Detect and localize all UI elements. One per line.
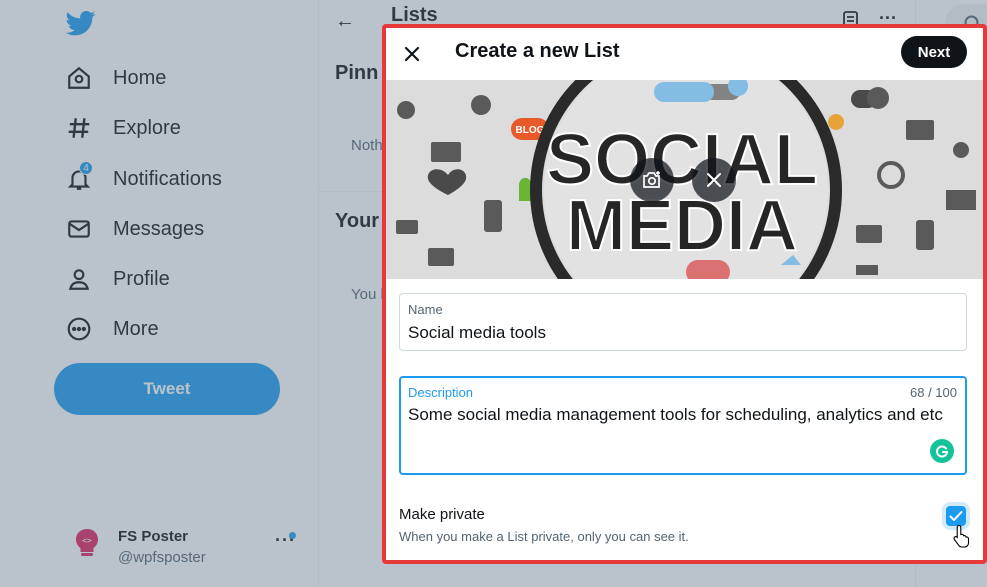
add-photo-button[interactable] (630, 158, 674, 202)
checkmark-icon (949, 511, 963, 521)
social-media-banner-art: BLOG SOCIAL MEDIA (386, 80, 983, 279)
name-label: Name (408, 302, 443, 317)
close-icon (707, 173, 721, 187)
description-field[interactable]: Description 68 / 100 Some social media m… (399, 376, 967, 475)
create-list-modal: Create a new List Next BLOG SOCIAL MEDIA… (382, 24, 987, 564)
make-private-label: Make private (399, 506, 485, 523)
make-private-checkbox[interactable] (946, 506, 966, 526)
next-button[interactable]: Next (901, 36, 967, 68)
remove-photo-button[interactable] (692, 158, 736, 202)
camera-plus-icon (643, 171, 660, 188)
hand-cursor-icon (953, 524, 970, 548)
make-private-description: When you make a List private, only you c… (399, 529, 689, 544)
description-label: Description (408, 385, 474, 400)
name-input[interactable]: Social media tools (408, 323, 546, 343)
grammarly-icon[interactable] (930, 439, 954, 463)
name-field[interactable]: Name Social media tools (399, 293, 967, 351)
close-icon (404, 46, 420, 62)
list-banner-image: BLOG SOCIAL MEDIA (386, 80, 983, 279)
modal-title: Create a new List (455, 40, 620, 62)
character-counter: 68 / 100 (910, 385, 957, 400)
close-button[interactable] (394, 36, 430, 72)
description-textarea[interactable]: Some social media management tools for s… (408, 405, 948, 425)
modal-header: Create a new List Next (386, 28, 983, 80)
banner-word-media: MEDIA (566, 186, 798, 266)
